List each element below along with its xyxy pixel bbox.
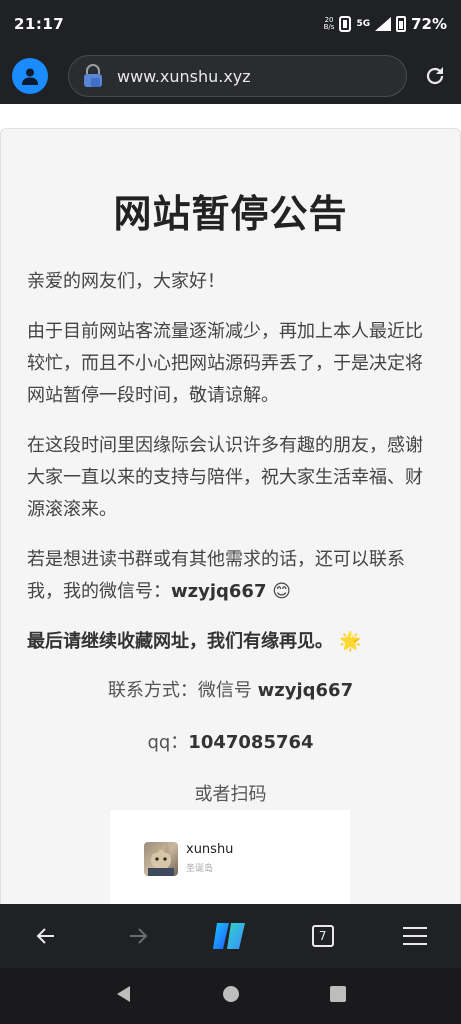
menu-button[interactable] xyxy=(395,916,435,956)
copilot-button[interactable] xyxy=(210,916,250,956)
battery-percent: 72% xyxy=(411,15,447,33)
status-icons: 20 B/s 5G 72% xyxy=(324,15,447,33)
back-button[interactable] xyxy=(26,916,66,956)
notice-card: 网站暂停公告 亲爱的网友们，大家好！ 由于目前网站客流量逐渐减少，再加上本人最近… xyxy=(0,128,461,904)
scan-text: 或者扫码 xyxy=(194,784,267,805)
person-icon xyxy=(22,68,38,85)
paragraph-farewell: 最后请继续收藏网址，我们有缘再见。 🌟 xyxy=(27,626,434,658)
copilot-icon xyxy=(213,923,246,949)
circle-home-icon xyxy=(222,986,239,1002)
square-recents-icon xyxy=(329,986,346,1002)
qq-line: qq：1047085764 xyxy=(27,728,434,754)
browser-toolbar: www.xunshu.xyz xyxy=(0,48,461,104)
forward-arrow-icon xyxy=(130,928,148,944)
qr-profile-region: 圣诞岛 xyxy=(186,864,214,874)
profile-avatar[interactable] xyxy=(12,58,48,94)
status-bar: 21:17 20 B/s 5G 72% xyxy=(0,0,461,48)
system-back-button[interactable] xyxy=(115,985,133,1007)
contact-wechat: wzyjq667 xyxy=(257,680,354,701)
hamburger-menu-icon xyxy=(402,927,427,945)
system-navigation xyxy=(0,968,461,1024)
data-rate: 20 B/s xyxy=(324,17,335,31)
signal-icon xyxy=(375,17,392,31)
system-home-button[interactable] xyxy=(222,985,240,1007)
system-recents-button[interactable] xyxy=(329,985,347,1007)
reload-button[interactable] xyxy=(421,62,449,90)
web-content: 网站暂停公告 亲爱的网友们，大家好！ 由于目前网站客流量逐渐减少，再加上本人最近… xyxy=(0,104,461,904)
wechat-qr-card: xunshu 圣诞岛 xyxy=(110,810,350,904)
qq-number: 1047085764 xyxy=(188,732,314,753)
network-type: 5G xyxy=(356,19,371,29)
contact-label: 联系方式：微信号 xyxy=(107,680,258,701)
profile-thumbnail xyxy=(144,842,178,876)
qr-profile-name: xunshu xyxy=(186,842,234,857)
farewell-text: 最后请继续收藏网址，我们有缘再见。 xyxy=(27,631,333,652)
paragraph-contact: 若是想进读书群或有其他需求的话，还可以联系我，我的微信号：wzyjq667 😊 xyxy=(27,544,434,608)
status-time: 21:17 xyxy=(14,15,65,33)
site-info-icon[interactable] xyxy=(81,64,105,88)
triangle-back-icon xyxy=(116,986,130,1002)
back-arrow-icon xyxy=(36,928,55,944)
battery-icon xyxy=(396,16,407,32)
forward-button[interactable] xyxy=(118,916,158,956)
qq-label: qq： xyxy=(147,732,189,753)
page-title: 网站暂停公告 xyxy=(113,192,348,236)
nfc-icon xyxy=(339,16,352,32)
url-text[interactable]: www.xunshu.xyz xyxy=(117,67,251,86)
address-bar[interactable]: www.xunshu.xyz xyxy=(68,55,407,97)
data-rate-unit: B/s xyxy=(323,23,335,31)
browser-bottom-bar: 7 xyxy=(0,904,461,968)
tab-count: 7 xyxy=(311,925,334,947)
wechat-id: wzyjq667 xyxy=(171,581,267,602)
contact-line: 联系方式：微信号 wzyjq667 xyxy=(27,676,434,702)
tabs-button[interactable]: 7 xyxy=(303,916,343,956)
greeting: 亲爱的网友们，大家好！ xyxy=(27,271,225,292)
smile-emoji: 😊 xyxy=(272,581,291,602)
paragraph-thanks: 在这段时间里因缘际会认识许多有趣的朋友，感谢大家一直以来的支持与陪伴，祝大家生活… xyxy=(27,435,423,520)
paragraph-reason: 由于目前网站客流量逐渐减少，再加上本人最近比较忙，而且不小心把网站源码弄丢了，于… xyxy=(27,321,423,406)
reload-icon xyxy=(426,67,444,85)
star-emoji: 🌟 xyxy=(339,631,362,652)
